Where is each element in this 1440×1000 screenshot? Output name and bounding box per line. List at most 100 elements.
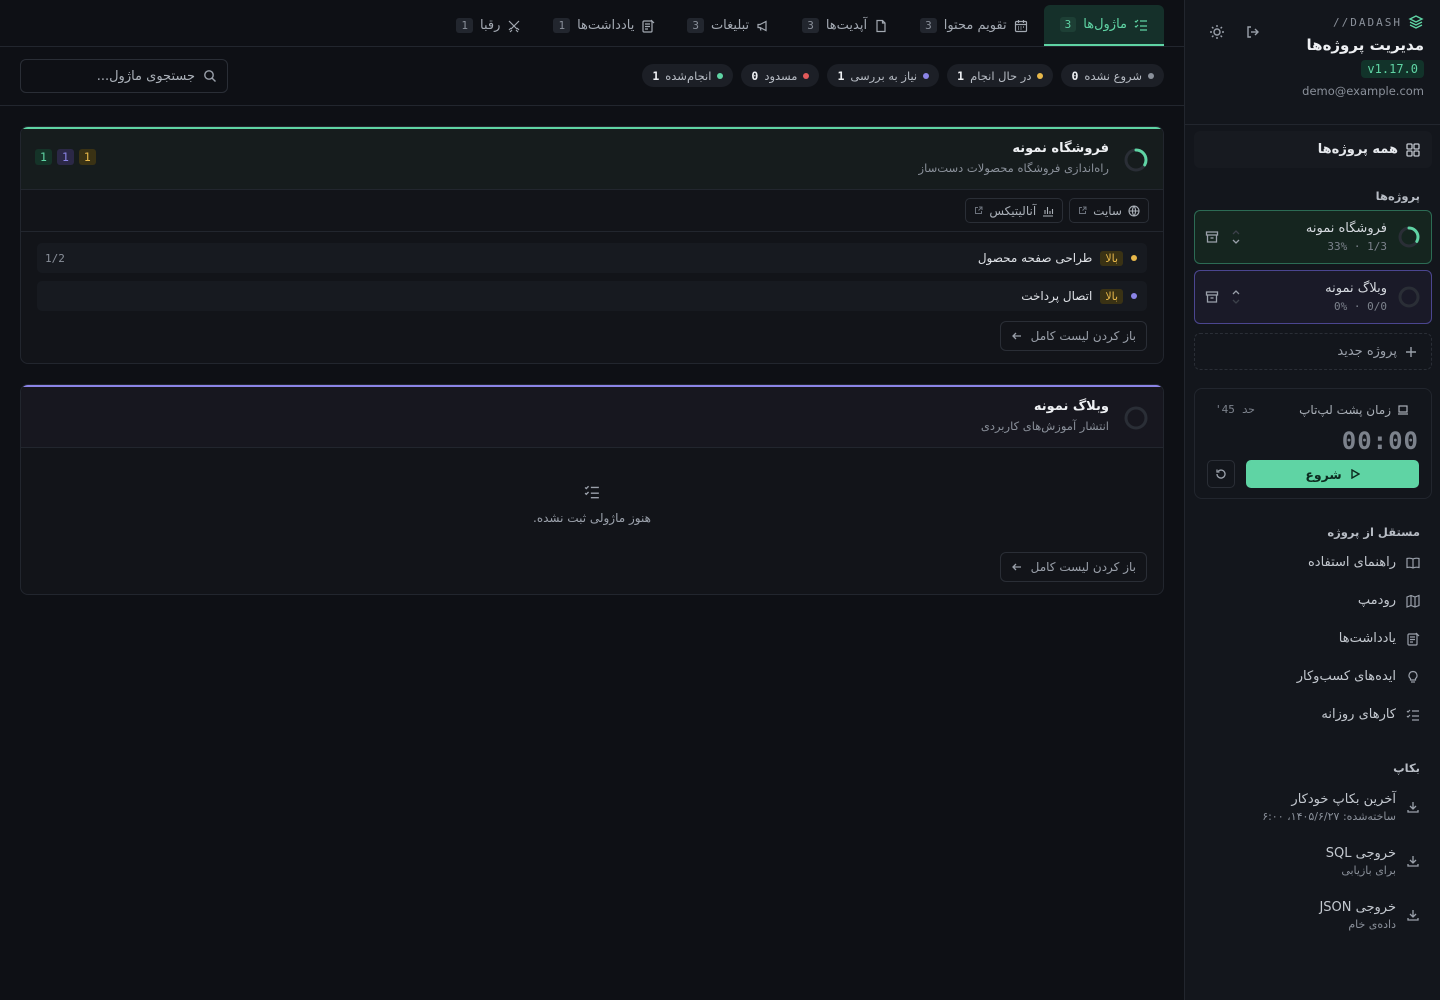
archive-icon[interactable]	[1205, 230, 1219, 244]
move-down-icon[interactable]	[1231, 298, 1241, 306]
tab-label: آپدیت‌ها	[825, 18, 868, 33]
tab-notes[interactable]: یادداشت‌ها 1	[537, 5, 671, 46]
open-label: باز کردن لیست کامل	[1030, 560, 1136, 574]
tab-label: تبلیغات	[710, 18, 750, 33]
status-label: نیاز به بررسی	[850, 68, 918, 83]
module-row[interactable]: بالا اتصال پرداخت	[37, 281, 1147, 311]
backup-subtitle: داده‌ی خام	[1348, 918, 1396, 931]
logout-icon[interactable]	[1243, 22, 1263, 42]
status-needs-review[interactable]: نیاز به بررسی 1	[827, 64, 940, 87]
status-dot	[1037, 72, 1044, 79]
tab-competitors[interactable]: رقبا 1	[440, 5, 537, 46]
status-not-started[interactable]: شروع نشده 0	[1061, 64, 1164, 87]
timer-label: زمان پشت لپ‌تاپ	[1299, 403, 1391, 417]
project-section-store: فروشگاه نمونه راه‌اندازی فروشگاه محصولات…	[20, 126, 1164, 364]
project-section-header[interactable]: وبلاگ نمونه انتشار آموزش‌های کاربردی	[21, 385, 1163, 447]
module-status-dot	[1131, 293, 1137, 299]
backup-subtitle: ساخته‌شده: ۱۴۰۵/۶/۲۷، ۶:۰۰	[1262, 810, 1396, 823]
backup-json[interactable]: خروجی JSON داده‌ی خام	[1319, 900, 1420, 931]
nav-label: راهنمای استفاده	[1307, 555, 1396, 570]
status-label: مسدود	[764, 68, 798, 83]
nav-roadmap[interactable]: رودمپ	[1358, 593, 1420, 608]
book-icon	[1406, 556, 1420, 570]
tab-count: 3	[920, 18, 937, 33]
nav-notes[interactable]: یادداشت‌ها	[1339, 631, 1420, 646]
nav-guide[interactable]: راهنمای استفاده	[1308, 555, 1420, 570]
status-blocked[interactable]: مسدود 0	[741, 64, 820, 87]
archive-icon[interactable]	[1205, 290, 1219, 304]
project-name: فروشگاه نمونه	[1305, 221, 1387, 236]
external-link-icon	[1078, 206, 1087, 215]
brand-small: DADASH//	[1333, 15, 1402, 29]
nav-label: رودمپ	[1357, 593, 1396, 608]
open-full-list-button[interactable]: باز کردن لیست کامل	[999, 321, 1147, 351]
timer-display: 00:00	[1341, 427, 1419, 455]
status-count: 0	[1071, 68, 1079, 83]
backup-sql[interactable]: خروجی SQL برای بازیابی	[1326, 846, 1420, 877]
play-icon	[1350, 469, 1360, 479]
sidebar: DADASH// مدیریت پروژه‌ها v1.17.0 demo@ex…	[1184, 0, 1440, 1000]
timer-limit: حد 45'	[1215, 403, 1255, 416]
grid-icon	[1406, 142, 1420, 157]
timer-start-button[interactable]: شروع	[1246, 460, 1419, 488]
backup-auto[interactable]: آخرین بکاپ خودکار ساخته‌شده: ۱۴۰۵/۶/۲۷، ۶…	[1262, 792, 1420, 823]
search-input[interactable]	[25, 68, 195, 84]
status-label: انجام‌شده	[665, 68, 712, 83]
status-badges: 1 1 1	[35, 149, 96, 165]
project-card-blog[interactable]: وبلاگ نمونه 0/0 · 0%	[1194, 270, 1432, 324]
project-name: وبلاگ نمونه	[1325, 281, 1387, 296]
backup-title: خروجی SQL	[1325, 846, 1396, 861]
backup-title: خروجی JSON	[1319, 900, 1396, 915]
status-done[interactable]: انجام‌شده 1	[642, 64, 734, 87]
move-up-icon[interactable]	[1231, 288, 1241, 296]
status-in-progress[interactable]: در حال انجام 1	[947, 64, 1054, 87]
tab-content-calendar[interactable]: تقویم محتوا 3	[904, 5, 1044, 46]
calendar-icon	[1014, 19, 1028, 33]
open-full-list-button[interactable]: باز کردن لیست کامل	[999, 552, 1147, 582]
nav-ideas[interactable]: ایده‌های کسب‌وکار	[1297, 669, 1420, 684]
laptop-timer: زمان پشت لپ‌تاپ حد 45' 00:00 شروع	[1194, 388, 1432, 499]
module-search[interactable]	[20, 59, 228, 93]
project-section-header[interactable]: فروشگاه نمونه راه‌اندازی فروشگاه محصولات…	[21, 127, 1163, 189]
module-row[interactable]: بالا طراحی صفحه محصول 1/2	[37, 243, 1147, 273]
new-project-button[interactable]: پروژه جدید	[1194, 333, 1432, 370]
tab-count: 1	[456, 18, 474, 33]
backup-section-label: بکاپ	[1393, 761, 1420, 775]
bulb-icon	[1406, 670, 1420, 684]
map-icon	[1406, 594, 1420, 608]
independent-section-label: مستقل از پروژه	[1327, 525, 1420, 539]
download-icon	[1406, 800, 1420, 814]
backup-title: آخرین بکاپ خودکار	[1291, 792, 1396, 807]
nav-label: یادداشت‌ها	[1338, 631, 1396, 646]
project-links: سایت آنالیتیکس	[21, 189, 1163, 231]
timer-reset-button[interactable]	[1207, 460, 1235, 488]
laptop-icon	[1397, 404, 1409, 416]
module-status-dot	[1131, 255, 1137, 261]
tab-modules[interactable]: ماژول‌ها 3	[1043, 5, 1164, 46]
nav-daily-tasks[interactable]: کارهای روزانه	[1321, 707, 1420, 722]
analytics-link[interactable]: آنالیتیکس	[965, 198, 1064, 223]
app-title: مدیریت پروژه‌ها	[1306, 36, 1424, 54]
status-count: 1	[652, 68, 660, 83]
link-label: سایت	[1093, 203, 1122, 218]
link-label: آنالیتیکس	[989, 203, 1037, 218]
module-name: اتصال پرداخت	[1021, 289, 1093, 303]
all-projects-button[interactable]: همه پروژه‌ها	[1194, 131, 1432, 168]
project-card-store[interactable]: فروشگاه نمونه 1/3 · 33%	[1194, 210, 1432, 264]
tab-label: رقبا	[480, 18, 501, 33]
tab-ads[interactable]: تبلیغات 3	[671, 5, 786, 46]
move-up-icon[interactable]	[1231, 228, 1241, 236]
status-dot	[1148, 72, 1154, 79]
reset-icon	[1215, 468, 1227, 480]
tab-bar: ماژول‌ها 3 تقویم محتوا 3 آپدیت‌ها 3 تبلی…	[440, 0, 1164, 46]
status-count: 1	[957, 68, 965, 83]
project-title: وبلاگ نمونه	[1033, 399, 1109, 414]
status-count: 1	[837, 68, 845, 83]
theme-toggle-sun-icon[interactable]	[1207, 22, 1227, 42]
module-list: بالا طراحی صفحه محصول 1/2 بالا اتصال پرد…	[21, 231, 1163, 311]
move-down-icon[interactable]	[1231, 238, 1241, 246]
project-subtitle: راه‌اندازی فروشگاه محصولات دست‌ساز	[918, 161, 1109, 175]
module-progress: 1/2	[45, 251, 65, 265]
site-link[interactable]: سایت	[1069, 198, 1149, 223]
tab-updates[interactable]: آپدیت‌ها 3	[786, 5, 904, 46]
